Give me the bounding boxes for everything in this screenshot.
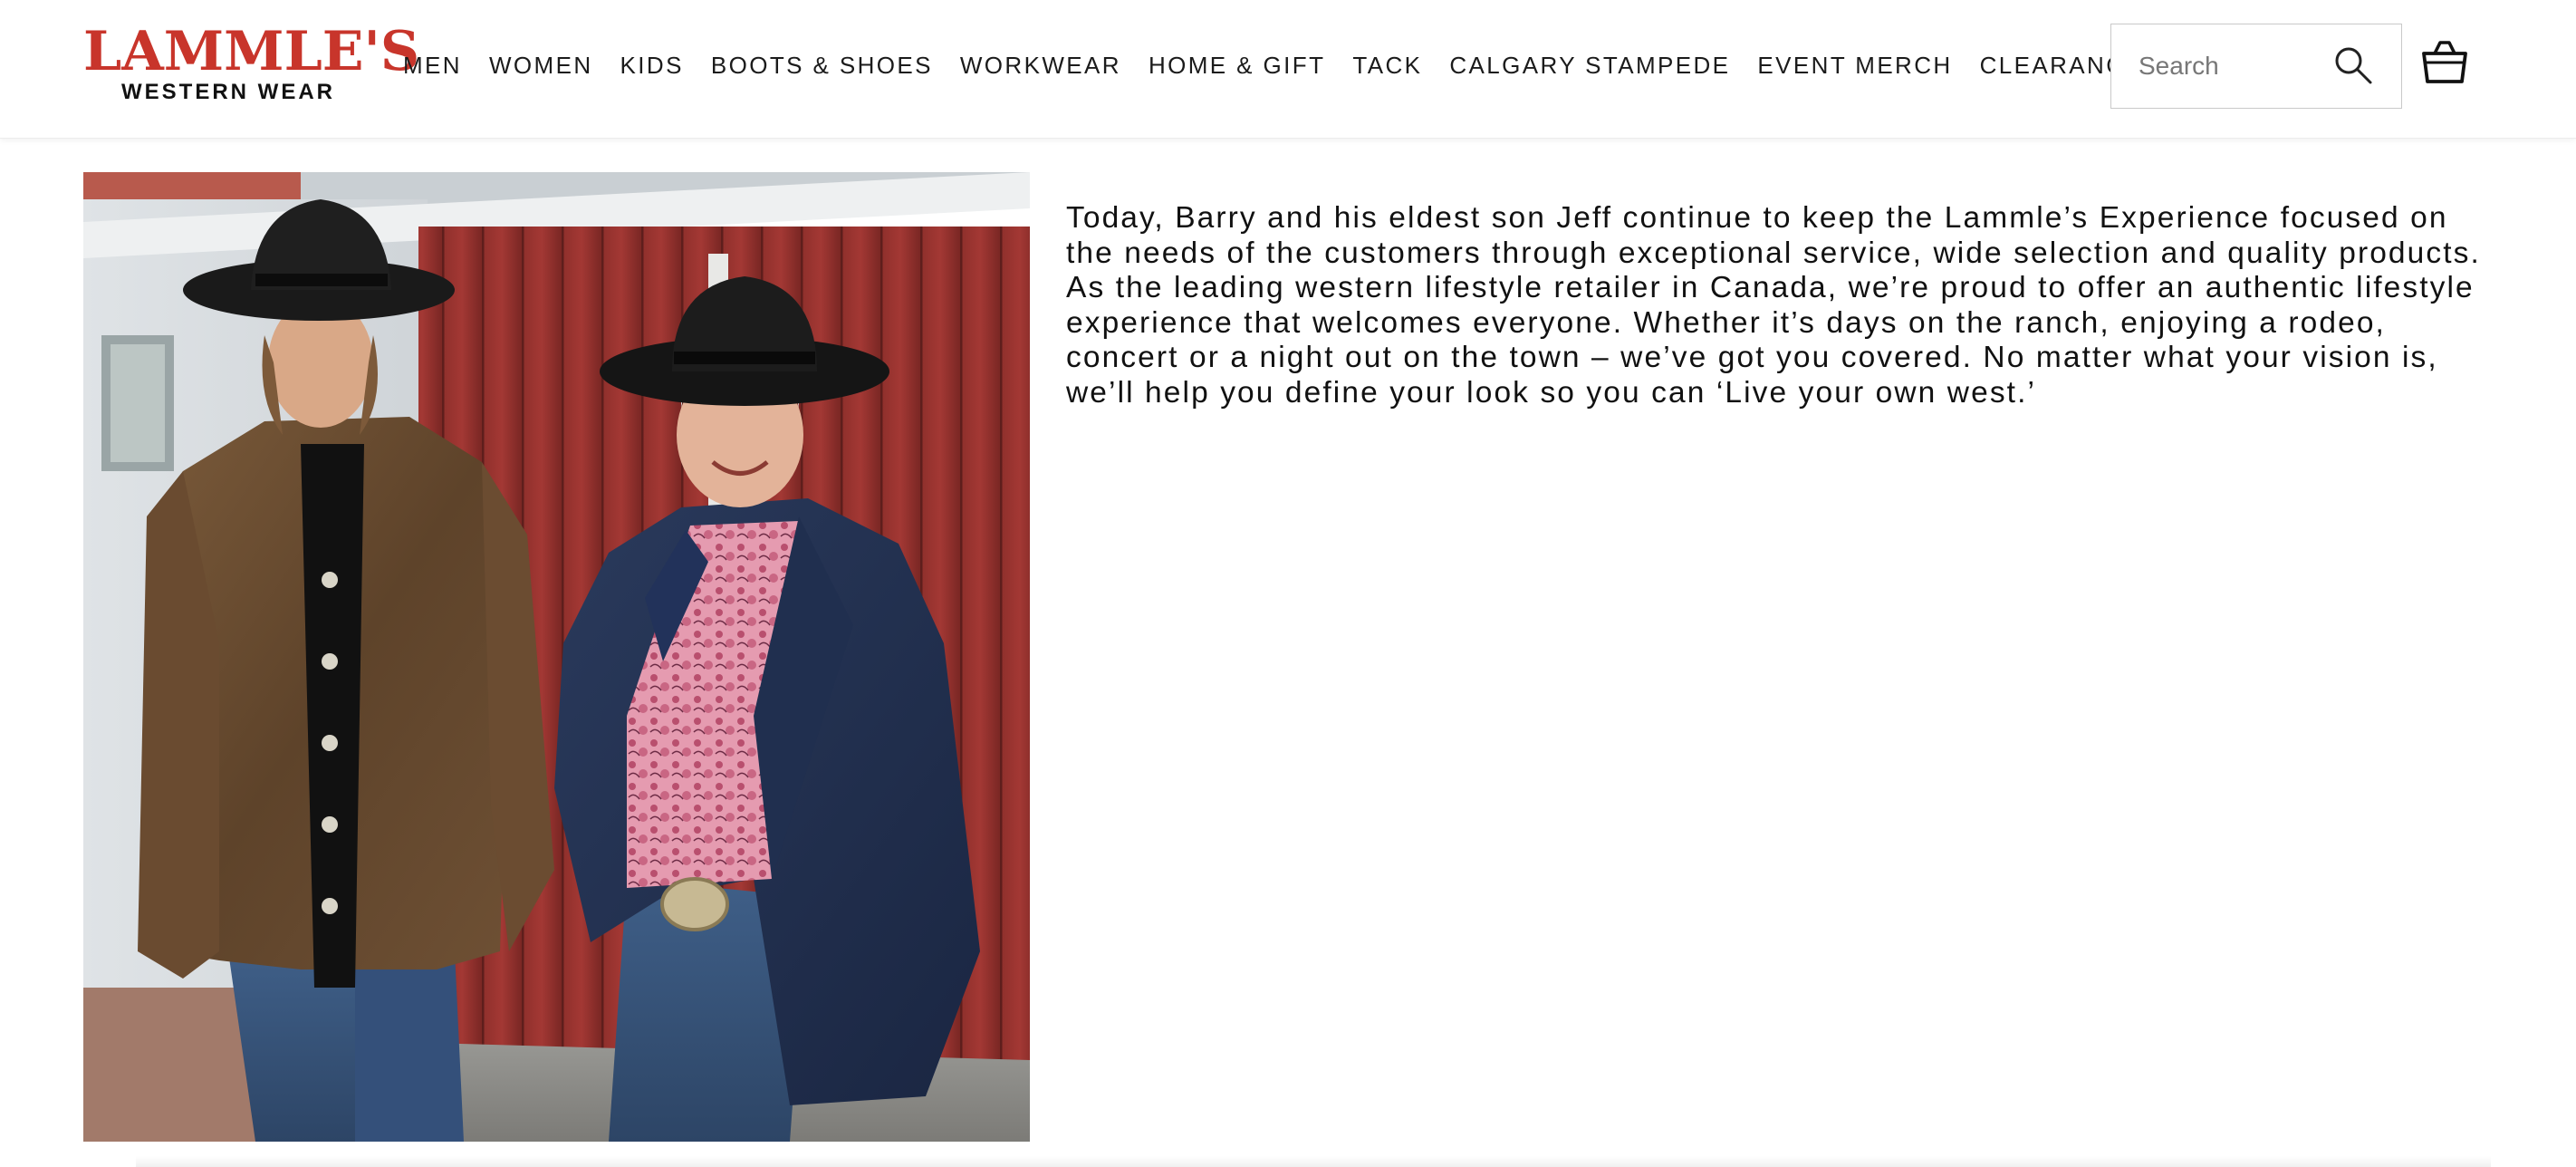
nav-item-men[interactable]: MEN — [403, 52, 462, 80]
nav-item-calgary-stampede[interactable]: CALGARY STAMPEDE — [1449, 52, 1730, 80]
nav-item-tack[interactable]: TACK — [1352, 52, 1422, 80]
nav-item-workwear[interactable]: WORKWEAR — [960, 52, 1121, 80]
nav-item-boots-shoes[interactable]: BOOTS & SHOES — [711, 52, 933, 80]
logo-wordmark: LAMMLE'S — [83, 20, 420, 83]
nav-item-home-gift[interactable]: HOME & GIFT — [1149, 52, 1325, 80]
search-input[interactable] — [2111, 24, 2329, 108]
owners-photo — [83, 172, 1030, 1142]
about-paragraph: Today, Barry and his eldest son Jeff con… — [1066, 201, 2481, 410]
shopping-bag-icon[interactable] — [2420, 38, 2469, 87]
nav-item-kids[interactable]: KIDS — [620, 52, 684, 80]
site-header: LAMMLE'S WESTERN WEAR MEN WOMEN KIDS BOO… — [0, 0, 2576, 139]
logo-link[interactable]: LAMMLE'S WESTERN WEAR — [83, 20, 420, 105]
main-nav: MEN WOMEN KIDS BOOTS & SHOES WORKWEAR HO… — [403, 45, 2143, 85]
search-icon[interactable] — [2333, 45, 2373, 85]
section-divider-shadow — [136, 1156, 2491, 1167]
nav-item-women[interactable]: WOMEN — [489, 52, 593, 80]
nav-item-event-merch[interactable]: EVENT MERCH — [1757, 52, 1952, 80]
logo-tagline: WESTERN WEAR — [121, 80, 335, 104]
